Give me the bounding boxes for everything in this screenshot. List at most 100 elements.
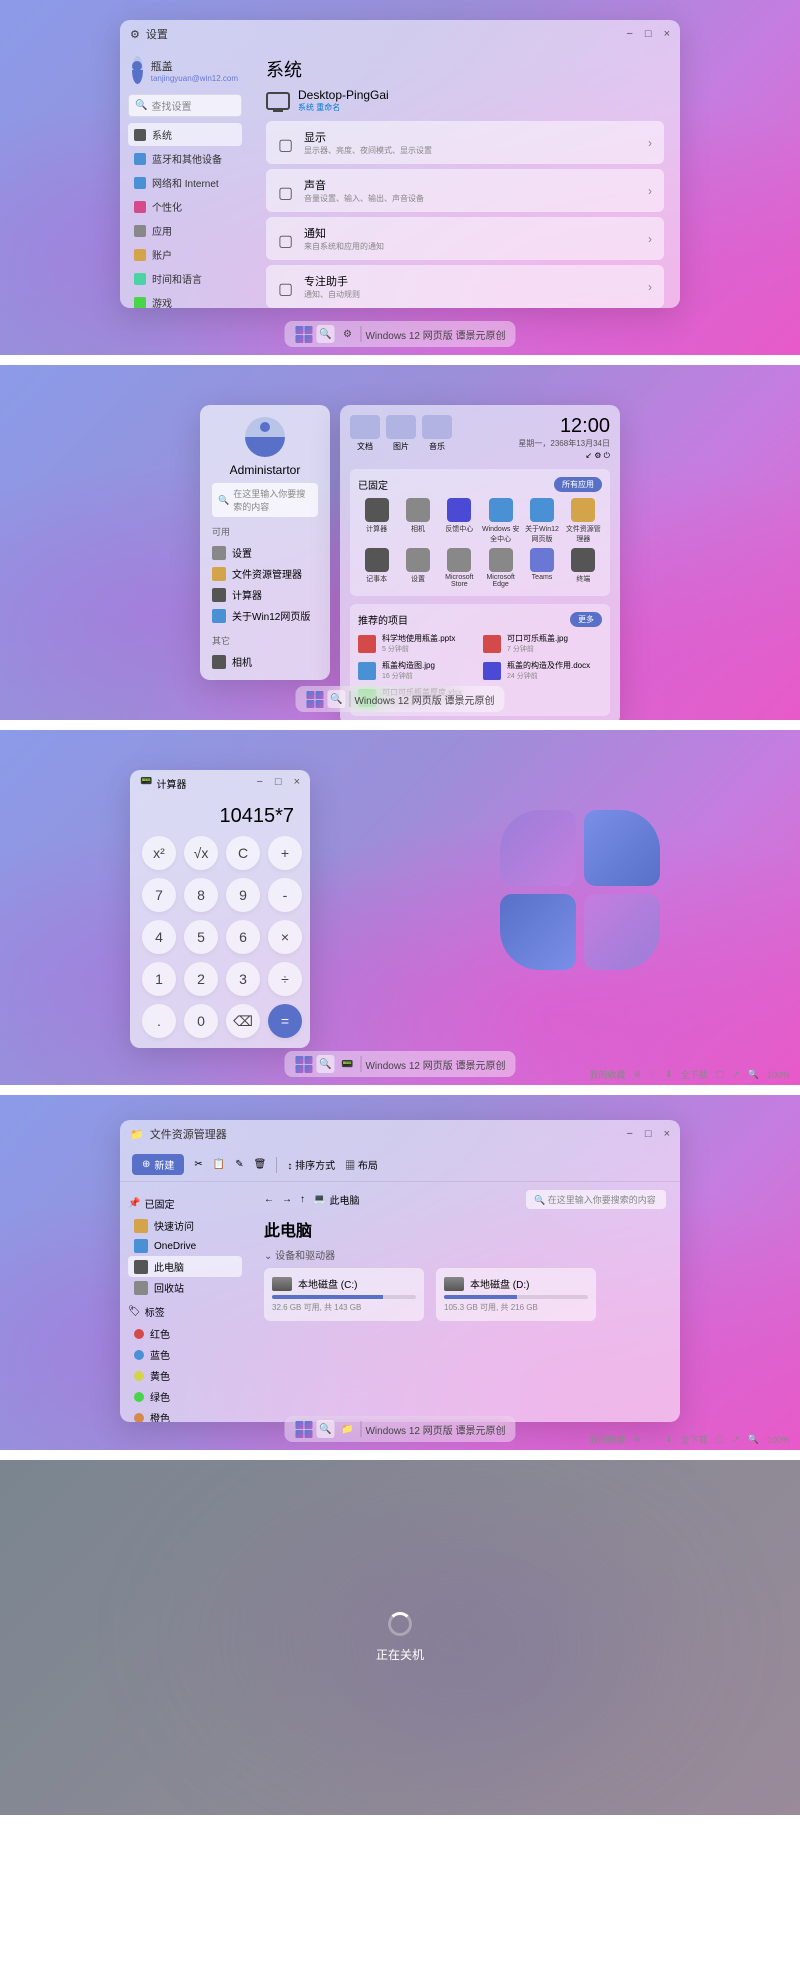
taskbar-app[interactable]: ⚙: [338, 325, 356, 343]
cut-button[interactable]: ✂: [194, 1159, 202, 1170]
maximize-button[interactable]: □: [275, 776, 282, 791]
calc-button[interactable]: 6: [226, 920, 260, 954]
nav-item[interactable]: 网络和 Internet: [128, 171, 242, 194]
nav-item[interactable]: 系统: [128, 123, 242, 146]
sort-button[interactable]: ↕ 排序方式: [287, 1157, 335, 1172]
all-apps-button[interactable]: 所有应用: [554, 477, 602, 492]
quick-item[interactable]: 文档: [350, 415, 380, 452]
calc-button[interactable]: √x: [184, 836, 218, 870]
tag-item[interactable]: 绿色: [128, 1386, 242, 1407]
settings-card[interactable]: ▢通知来自系统和应用的通知›: [266, 217, 664, 260]
sidebar-item[interactable]: OneDrive: [128, 1236, 242, 1256]
settings-card[interactable]: ▢显示显示器、亮度、夜间模式、显示设置›: [266, 121, 664, 164]
start-button[interactable]: [294, 1055, 312, 1073]
calc-button[interactable]: ×: [268, 920, 302, 954]
app-tile[interactable]: Teams: [523, 548, 560, 588]
calc-button[interactable]: 7: [142, 878, 176, 912]
start-item[interactable]: 文件资源管理器: [212, 563, 318, 584]
maximize-button[interactable]: □: [645, 1128, 652, 1140]
rec-item[interactable]: 可口可乐瓶盖.jpg7 分钟前: [483, 633, 602, 654]
breadcrumb[interactable]: 💻此电脑: [313, 1192, 359, 1207]
app-tile[interactable]: 计算器: [358, 498, 395, 544]
calc-button[interactable]: .: [142, 1004, 176, 1038]
drive-item[interactable]: 本地磁盘 (D:)105.3 GB 可用, 共 216 GB: [436, 1268, 596, 1321]
calc-button[interactable]: 9: [226, 878, 260, 912]
calc-button[interactable]: 1: [142, 962, 176, 996]
close-button[interactable]: ×: [664, 1128, 670, 1140]
nav-item[interactable]: 个性化: [128, 195, 242, 218]
nav-item[interactable]: 应用: [128, 219, 242, 242]
calc-button[interactable]: ÷: [268, 962, 302, 996]
maximize-button[interactable]: □: [645, 28, 652, 40]
settings-card[interactable]: ▢专注助手通知、自动规则›: [266, 265, 664, 308]
sidebar-item[interactable]: 快速访问: [128, 1215, 242, 1236]
start-item[interactable]: 相机: [212, 651, 318, 672]
more-button[interactable]: 更多: [570, 612, 602, 627]
calc-button[interactable]: =: [268, 1004, 302, 1038]
app-tile[interactable]: 相机: [399, 498, 436, 544]
up-button[interactable]: ↑: [300, 1194, 305, 1205]
taskbar-search[interactable]: 🔍: [316, 1055, 334, 1073]
calc-button[interactable]: C: [226, 836, 260, 870]
quick-item[interactable]: 图片: [386, 415, 416, 452]
taskbar-search[interactable]: 🔍: [327, 690, 345, 708]
start-button[interactable]: [294, 325, 312, 343]
start-button[interactable]: [305, 690, 323, 708]
app-tile[interactable]: Microsoft Store: [441, 548, 478, 588]
calc-button[interactable]: 3: [226, 962, 260, 996]
user-profile[interactable]: 瓶盖tanjingyuan@win12.com: [128, 52, 242, 88]
minimize-button[interactable]: −: [626, 28, 632, 40]
app-tile[interactable]: 反馈中心: [441, 498, 478, 544]
tag-item[interactable]: 红色: [128, 1323, 242, 1344]
calc-button[interactable]: ⌫: [226, 1004, 260, 1038]
tag-item[interactable]: 黄色: [128, 1365, 242, 1386]
start-item[interactable]: 设置: [212, 542, 318, 563]
app-tile[interactable]: 关于Win12 网页版: [523, 498, 560, 544]
quick-item[interactable]: 音乐: [422, 415, 452, 452]
rename-button[interactable]: ✎: [235, 1159, 243, 1170]
calc-button[interactable]: 5: [184, 920, 218, 954]
app-tile[interactable]: 文件资源管理器: [565, 498, 602, 544]
settings-search[interactable]: 🔍查找设置: [128, 94, 242, 117]
taskbar-calc[interactable]: 📟: [338, 1055, 356, 1073]
calc-button[interactable]: -: [268, 878, 302, 912]
calc-button[interactable]: 4: [142, 920, 176, 954]
minimize-button[interactable]: −: [626, 1128, 632, 1140]
nav-item[interactable]: 时间和语言: [128, 267, 242, 290]
taskbar-search[interactable]: 🔍: [316, 1420, 334, 1438]
rec-item[interactable]: 科学地使用瓶盖.pptx5 分钟前: [358, 633, 477, 654]
close-button[interactable]: ×: [664, 28, 670, 40]
delete-button[interactable]: 🗑: [254, 1159, 267, 1170]
close-button[interactable]: ×: [294, 776, 300, 791]
app-tile[interactable]: 终端: [565, 548, 602, 588]
calc-button[interactable]: +: [268, 836, 302, 870]
back-button[interactable]: ←: [264, 1194, 274, 1205]
drive-item[interactable]: 本地磁盘 (C:)32.6 GB 可用, 共 143 GB: [264, 1268, 424, 1321]
start-item[interactable]: 关于Win12网页版: [212, 605, 318, 626]
calc-button[interactable]: 8: [184, 878, 218, 912]
minimize-button[interactable]: −: [256, 776, 262, 791]
nav-item[interactable]: 账户: [128, 243, 242, 266]
app-tile[interactable]: 设置: [399, 548, 436, 588]
calc-button[interactable]: x²: [142, 836, 176, 870]
app-tile[interactable]: Microsoft Edge: [482, 548, 519, 588]
layout-button[interactable]: ▦ 布局: [345, 1157, 378, 1172]
copy-button[interactable]: 📋: [213, 1159, 225, 1170]
tag-item[interactable]: 橙色: [128, 1407, 242, 1422]
rec-item[interactable]: 瓶盖构造图.jpg16 分钟前: [358, 660, 477, 681]
settings-card[interactable]: ▢声音音量设置、输入、输出、声音设备›: [266, 169, 664, 212]
sidebar-item[interactable]: 此电脑: [128, 1256, 242, 1277]
app-tile[interactable]: Windows 安全中心: [482, 498, 519, 544]
rec-item[interactable]: 瓶盖的构造及作用.docx24 分钟前: [483, 660, 602, 681]
taskbar-search[interactable]: 🔍: [316, 325, 334, 343]
new-button[interactable]: ⊕新建: [132, 1154, 184, 1175]
explorer-search[interactable]: 🔍 在这里输入你要搜索的内容: [526, 1190, 666, 1209]
tag-item[interactable]: 蓝色: [128, 1344, 242, 1365]
calc-button[interactable]: 0: [184, 1004, 218, 1038]
forward-button[interactable]: →: [282, 1194, 292, 1205]
start-button[interactable]: [294, 1420, 312, 1438]
sidebar-item[interactable]: 回收站: [128, 1277, 242, 1298]
start-item[interactable]: 计算器: [212, 584, 318, 605]
taskbar-explorer[interactable]: 📁: [338, 1420, 356, 1438]
calc-button[interactable]: 2: [184, 962, 218, 996]
